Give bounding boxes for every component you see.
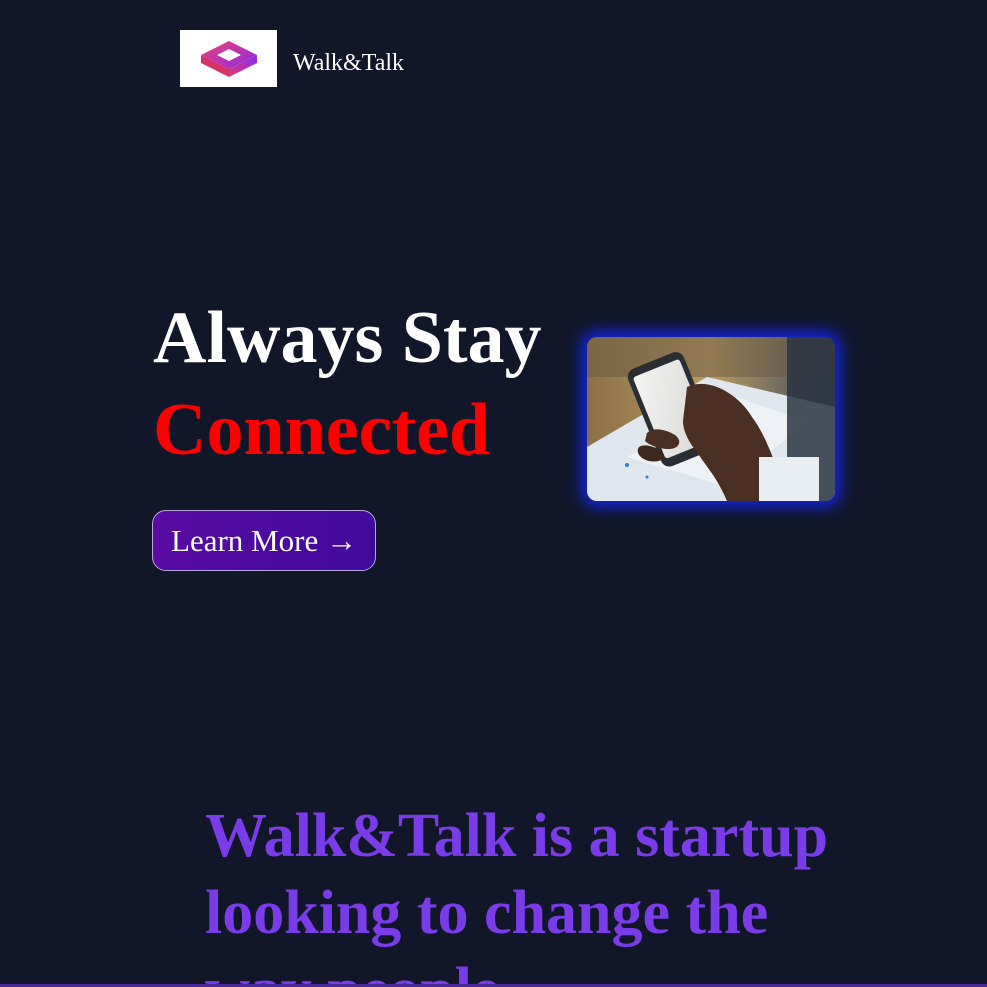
about-text: Walk&Talk is a startup looking to change…	[205, 802, 829, 987]
phone-in-hand-photo	[587, 337, 835, 501]
brand-name: Walk&Talk	[293, 50, 405, 76]
learn-more-button[interactable]: Learn More →	[152, 510, 376, 571]
hero-image	[587, 337, 835, 501]
hero-title-line-2: Connected	[153, 389, 491, 471]
hero-title-line-1: Always Stay	[153, 297, 542, 379]
logo[interactable]	[180, 30, 277, 87]
walk-talk-logo-icon	[200, 40, 257, 77]
